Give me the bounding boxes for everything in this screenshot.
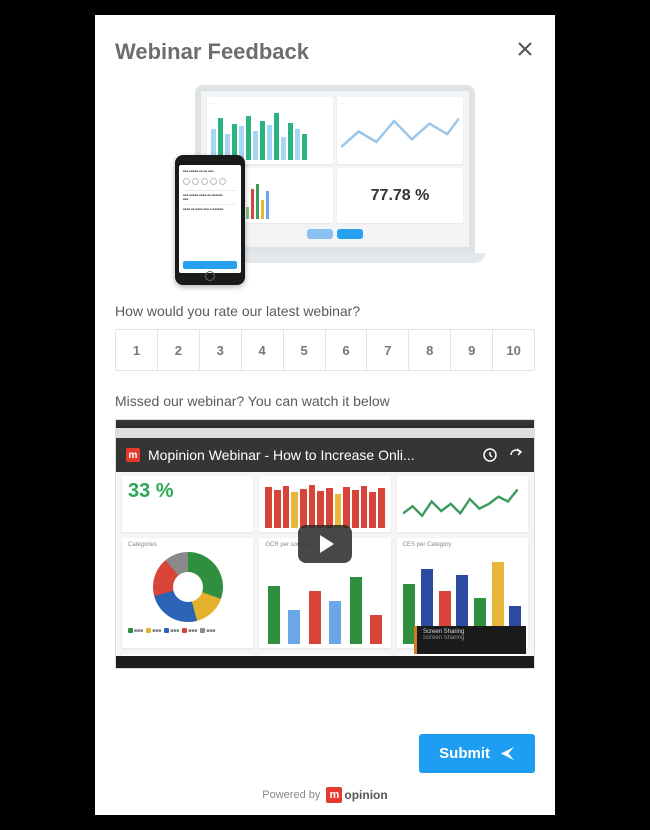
powered-by-footer: Powered by mopinion	[115, 787, 535, 803]
send-icon	[500, 746, 515, 761]
rating-option-10[interactable]: 10	[493, 330, 534, 370]
rating-option-7[interactable]: 7	[367, 330, 409, 370]
watch-later-icon[interactable]	[482, 447, 498, 463]
rating-option-2[interactable]: 2	[158, 330, 200, 370]
submit-button[interactable]: Submit	[419, 734, 535, 773]
rating-option-6[interactable]: 6	[326, 330, 368, 370]
video-intro: Missed our webinar? You can watch it bel…	[115, 393, 535, 409]
submit-row: Submit	[115, 734, 535, 773]
share-icon[interactable]	[508, 447, 524, 463]
phone-illustration: ■■■ ■■■■■ ■■ ■■ ■■■ ■■■ ■■■■■ ■■■■ ■■ ■■…	[175, 155, 245, 285]
feedback-modal: Webinar Feedback ··· ···	[95, 15, 555, 815]
video-big-percent: 33 %	[128, 480, 247, 503]
mopinion-logo[interactable]: mopinion	[326, 787, 387, 803]
modal-header: Webinar Feedback	[115, 39, 535, 65]
video-section: m Mopinion Webinar - How to Increase Onl…	[115, 419, 535, 669]
rating-option-4[interactable]: 4	[242, 330, 284, 370]
modal-title: Webinar Feedback	[115, 39, 309, 65]
video-title: Mopinion Webinar - How to Increase Onli.…	[148, 447, 474, 463]
rating-option-5[interactable]: 5	[284, 330, 326, 370]
video-titlebar: m Mopinion Webinar - How to Increase Onl…	[116, 438, 534, 472]
rating-question: How would you rate our latest webinar?	[115, 303, 535, 319]
rating-option-3[interactable]: 3	[200, 330, 242, 370]
close-icon	[517, 41, 533, 57]
submit-label: Submit	[439, 745, 490, 762]
card-title-categories: Categories	[128, 542, 247, 548]
close-button[interactable]	[515, 39, 535, 59]
brand-square-icon: m	[126, 448, 140, 462]
hero-percent: 77.78 %	[341, 172, 459, 219]
powered-by-text: Powered by	[262, 789, 320, 801]
rating-option-9[interactable]: 9	[451, 330, 493, 370]
video-player[interactable]: m Mopinion Webinar - How to Increase Onl…	[115, 419, 535, 669]
brand-square-icon: m	[326, 787, 342, 803]
rating-option-8[interactable]: 8	[409, 330, 451, 370]
hero-illustration: ··· ···	[175, 85, 475, 285]
rating-scale: 1 2 3 4 5 6 7 8 9 10	[115, 329, 535, 371]
rating-option-1[interactable]: 1	[116, 330, 158, 370]
screen-sharing-popup: Screen Sharing Screen Sharing	[414, 626, 526, 654]
play-button[interactable]	[298, 525, 352, 563]
